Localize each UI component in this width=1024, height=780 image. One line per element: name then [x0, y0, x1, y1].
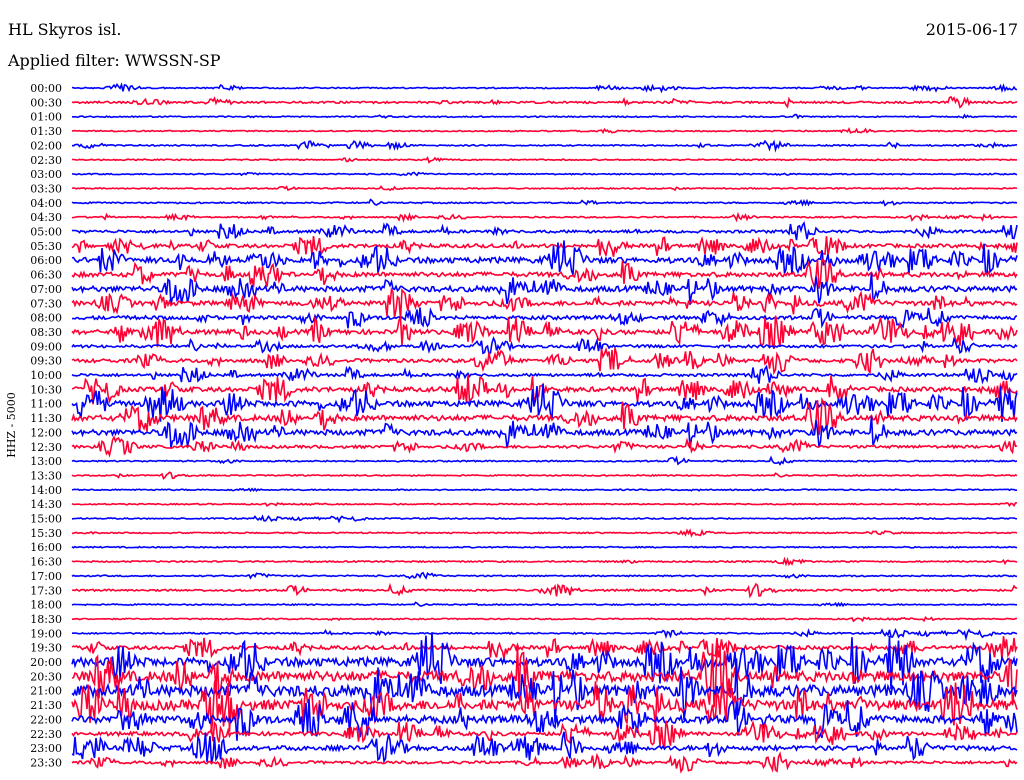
time-tick-label: 23:00	[30, 742, 62, 755]
time-tick-label: 17:00	[30, 570, 62, 583]
seismic-trace-1930	[71, 636, 1018, 660]
time-tick-label: 07:00	[30, 283, 62, 296]
seismic-trace-1730	[71, 582, 1018, 599]
time-tick-label: 12:30	[30, 441, 62, 454]
time-tick-label: 13:30	[30, 469, 62, 482]
time-tick-label: 18:00	[30, 599, 62, 612]
time-tick-label: 15:30	[30, 527, 62, 540]
seismic-trace-1600	[71, 545, 1018, 549]
time-tick-label: 03:30	[30, 182, 62, 195]
time-tick-label: 22:00	[30, 713, 62, 726]
seismic-trace-1800	[71, 601, 1018, 608]
time-tick-label: 08:00	[30, 312, 62, 325]
seismic-trace-0330	[71, 185, 1018, 192]
seismic-trace-1330	[71, 471, 1018, 480]
time-tick-label: 12:00	[30, 426, 62, 439]
time-tick-label: 00:00	[30, 82, 62, 95]
seismic-trace-0700	[71, 272, 1018, 305]
time-tick-label: 00:30	[30, 96, 62, 109]
seismic-trace-1000	[71, 364, 1018, 385]
seismic-trace-0830	[71, 315, 1018, 350]
seismic-trace-1630	[71, 556, 1018, 567]
time-tick-label: 14:00	[30, 484, 62, 497]
time-tick-label: 04:30	[30, 211, 62, 224]
time-tick-label: 20:00	[30, 656, 62, 669]
time-tick-label: 02:00	[30, 139, 62, 152]
time-tick-label: 21:30	[30, 699, 62, 712]
time-tick-label: 23:30	[30, 756, 62, 769]
seismic-trace-1300	[71, 455, 1018, 466]
time-tick-label: 03:00	[30, 168, 62, 181]
seismic-trace-0100	[71, 113, 1018, 120]
seismic-trace-1530	[72, 528, 1018, 538]
time-tick-label: 10:30	[30, 383, 62, 396]
seismic-trace-0400	[71, 198, 1018, 207]
time-tick-label: 04:00	[30, 197, 62, 210]
time-tick-label: 18:30	[30, 613, 62, 626]
seismic-trace-0430	[71, 211, 1018, 223]
time-tick-label: 09:00	[30, 340, 62, 353]
helicorder-plot: 00:0000:30 01:0001:3002:00 02:3003:0003:30…	[5, 82, 1018, 774]
seismic-trace-1500	[71, 514, 1018, 524]
seismic-trace-1700	[71, 571, 1018, 580]
seismic-trace-0130	[72, 126, 1018, 135]
channel-label: HHZ - 5000	[5, 392, 18, 458]
time-tick-label: 22:30	[30, 728, 62, 741]
time-tick-label: 17:30	[30, 584, 62, 597]
seismic-trace-0000	[71, 82, 1018, 94]
seismic-trace-0500	[71, 220, 1018, 241]
time-tick-label: 09:30	[30, 355, 62, 368]
time-tick-label: 15:00	[30, 513, 62, 526]
time-tick-label: 19:00	[30, 627, 62, 640]
time-tick-label: 20:30	[30, 670, 62, 683]
time-tick-label: 07:30	[30, 297, 62, 310]
seismic-trace-1830	[72, 616, 1018, 623]
time-tick-label: 10:00	[30, 369, 62, 382]
seismic-trace-1900	[72, 627, 1018, 642]
time-tick-label: 11:00	[30, 398, 62, 411]
time-tick-label: 08:30	[30, 326, 62, 339]
seismic-trace-1430	[71, 501, 1018, 508]
time-tick-label: 02:30	[30, 154, 62, 167]
time-axis: 00:0000:30 01:0001:3002:00 02:3003:0003:30…	[30, 82, 62, 769]
time-tick-label: 13:00	[30, 455, 62, 468]
seismic-trace-0030	[71, 95, 1018, 109]
seismic-trace-0930	[71, 346, 1018, 376]
seismic-trace-1400	[71, 487, 1017, 493]
time-tick-label: 05:00	[30, 226, 62, 239]
time-tick-label: 14:30	[30, 498, 62, 511]
seismic-trace-0900	[71, 336, 1018, 356]
time-tick-label: 05:30	[30, 240, 62, 253]
trace-group	[71, 82, 1018, 774]
seismic-trace-0300	[71, 171, 1018, 177]
time-tick-label: 16:00	[30, 541, 62, 554]
time-tick-label: 06:30	[30, 269, 62, 282]
seismic-trace-0200	[71, 139, 1018, 153]
time-tick-label: 16:30	[30, 556, 62, 569]
time-tick-label: 19:30	[30, 642, 62, 655]
time-tick-label: 01:30	[30, 125, 62, 138]
seismic-trace-0230	[71, 156, 1018, 164]
time-tick-label: 21:00	[30, 685, 62, 698]
time-tick-label: 06:00	[30, 254, 62, 267]
time-tick-label: 11:30	[30, 412, 62, 425]
time-tick-label: 01:00	[30, 111, 62, 124]
